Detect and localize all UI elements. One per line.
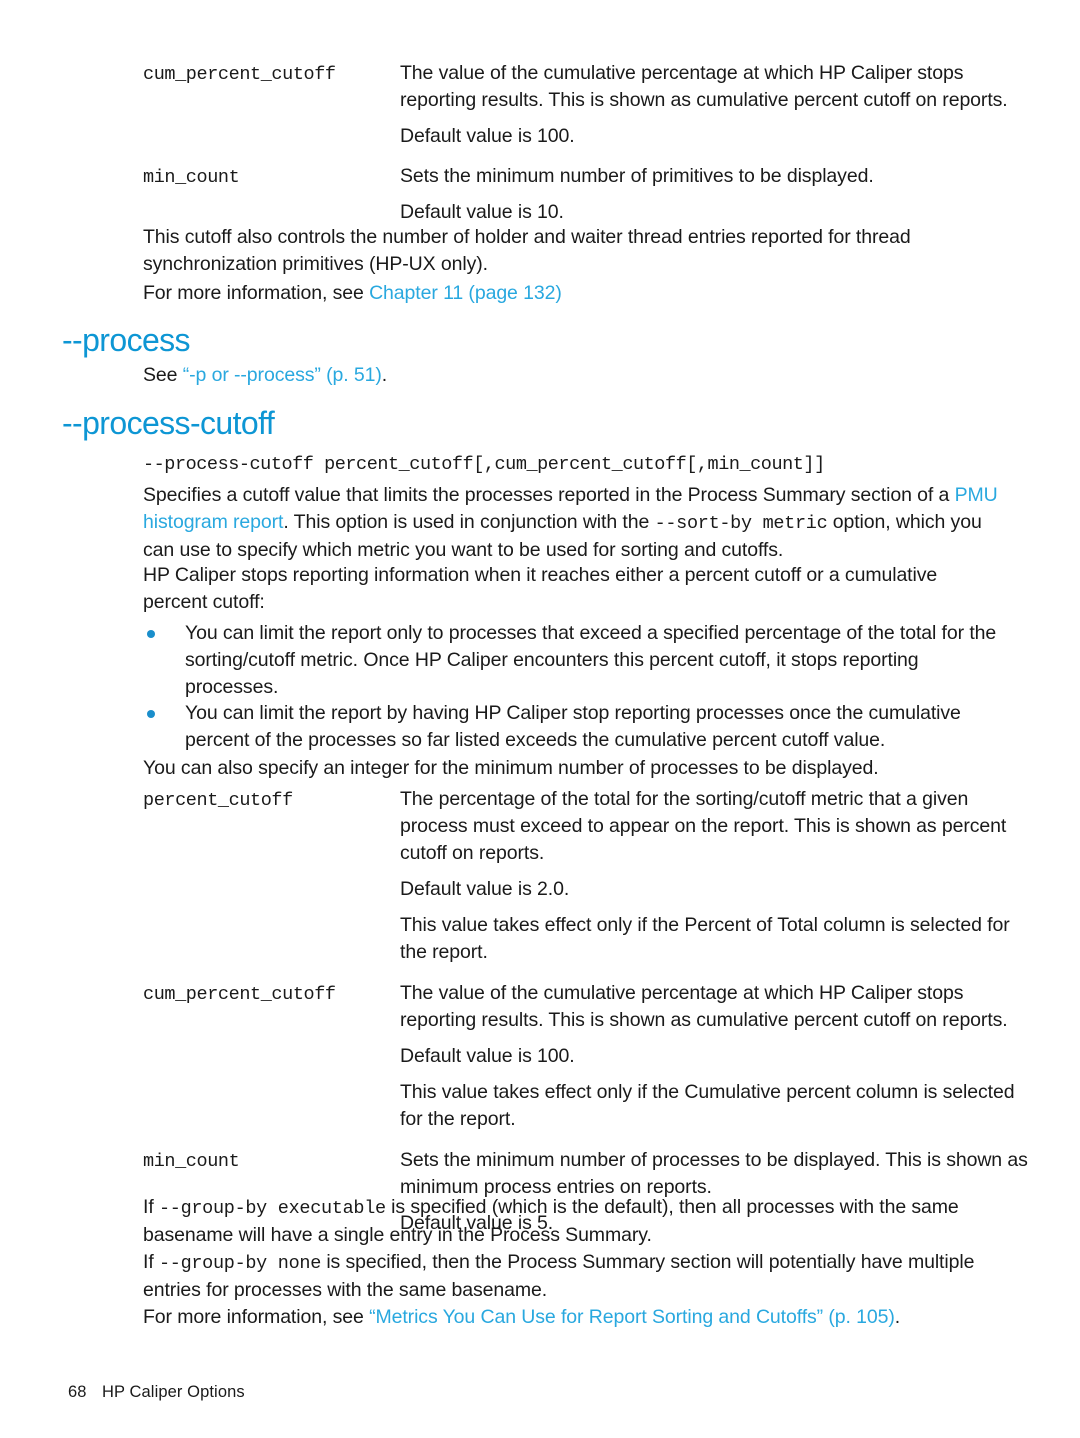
definition-paragraph: Default value is 2.0. <box>400 878 570 900</box>
process-see-line: See “-p or --process” (p. 51). <box>143 362 1003 389</box>
definition-paragraph: Default value is 100. <box>400 1045 575 1067</box>
definition-description: The percentage of the total for the sort… <box>400 786 1033 966</box>
definition-paragraph: The value of the cumulative percentage a… <box>400 62 1008 111</box>
more-info-metrics-line: For more information, see “Metrics You C… <box>143 1304 1023 1331</box>
group-by-executable-code: --group-by executable <box>158 1198 386 1219</box>
document-page: cum_percent_cutoff The value of the cumu… <box>0 0 1080 1438</box>
definition-paragraph: Sets the minimum number of processes to … <box>400 1149 1028 1198</box>
group-by-executable-paragraph: If --group-by executable is specified (w… <box>143 1194 1005 1249</box>
see-suffix: . <box>381 364 388 386</box>
definition-paragraph: Default value is 100. <box>400 125 575 147</box>
definition-paragraph: Sets the minimum number of primitives to… <box>400 165 874 187</box>
metrics-sorting-cutoffs-link[interactable]: “Metrics You Can Use for Report Sorting … <box>369 1306 895 1328</box>
definition-term: min_count <box>143 1151 240 1172</box>
heading-process-cutoff: --process-cutoff <box>62 405 275 441</box>
more-info-suffix: . <box>894 1306 901 1328</box>
page-number: 68 <box>68 1383 87 1401</box>
gbn-part1: If <box>143 1251 159 1273</box>
definition-paragraph: The value of the cumulative percentage a… <box>400 982 1008 1031</box>
heading-process: --process <box>62 322 191 358</box>
stops-reporting-paragraph: HP Caliper stops reporting information w… <box>143 564 938 613</box>
intro-paragraph: Specifies a cutoff value that limits the… <box>143 482 1005 564</box>
group-by-none-code: --group-by none <box>158 1253 321 1274</box>
group-by-none-paragraph: If --group-by none is specified, then th… <box>143 1249 1005 1304</box>
more-info-prefix: For more information, see <box>143 1306 370 1328</box>
definition-term: min_count <box>143 167 240 188</box>
sort-by-metric-code: --sort-by metric <box>654 513 828 534</box>
definition-paragraph: The percentage of the total for the sort… <box>400 788 1007 864</box>
definition-list-top: cum_percent_cutoff The value of the cumu… <box>143 60 1033 226</box>
definition-term: cum_percent_cutoff <box>143 64 336 85</box>
intro-part1: Specifies a cutoff value that limits the… <box>143 484 955 506</box>
cutoff-note-paragraph: This cutoff also controls the number of … <box>143 226 911 275</box>
more-info-chapter-line: For more information, see Chapter 11 (pa… <box>143 280 1003 307</box>
definition-paragraph: This value takes effect only if the Perc… <box>400 914 1010 963</box>
see-prefix: See <box>143 364 183 386</box>
definition-term: percent_cutoff <box>143 790 293 811</box>
p-or-process-link[interactable]: “-p or --process” (p. 51) <box>183 364 382 386</box>
definition-paragraph: Default value is 10. <box>400 201 564 223</box>
definition-list-process-cutoff: percent_cutoff The percentage of the tot… <box>143 786 1033 1237</box>
chapter-11-link[interactable]: Chapter 11 (page 132) <box>369 282 562 304</box>
definition-description: The value of the cumulative percentage a… <box>400 60 1033 150</box>
definition-term: cum_percent_cutoff <box>143 984 336 1005</box>
definition-row: cum_percent_cutoff The value of the cumu… <box>143 60 1033 150</box>
bullet-dot-icon <box>147 630 155 638</box>
syntax-line: --process-cutoff percent_cutoff[,cum_per… <box>143 454 825 475</box>
list-item: You can limit the report by having HP Ca… <box>143 700 1003 754</box>
definition-description: The value of the cumulative percentage a… <box>400 980 1033 1133</box>
footer-title: HP Caliper Options <box>102 1383 245 1401</box>
gbe-part1: If <box>143 1196 159 1218</box>
list-item: You can limit the report only to process… <box>143 620 1003 701</box>
definition-row: cum_percent_cutoff The value of the cumu… <box>143 980 1033 1133</box>
definition-row: percent_cutoff The percentage of the tot… <box>143 786 1033 966</box>
definition-paragraph: This value takes effect only if the Cumu… <box>400 1081 1015 1130</box>
definition-description: Sets the minimum number of primitives to… <box>400 163 1033 226</box>
bullet-dot-icon <box>147 710 155 718</box>
page-footer: 68 HP Caliper Options <box>68 1383 245 1402</box>
bullet-text: You can limit the report by having HP Ca… <box>185 702 961 751</box>
more-info-prefix: For more information, see <box>143 282 370 304</box>
bullet-text: You can limit the report only to process… <box>185 622 997 698</box>
definition-row: min_count Sets the minimum number of pri… <box>143 163 1033 226</box>
integer-paragraph: You can also specify an integer for the … <box>143 757 879 779</box>
intro-part2: . This option is used in conjunction wit… <box>283 511 655 533</box>
